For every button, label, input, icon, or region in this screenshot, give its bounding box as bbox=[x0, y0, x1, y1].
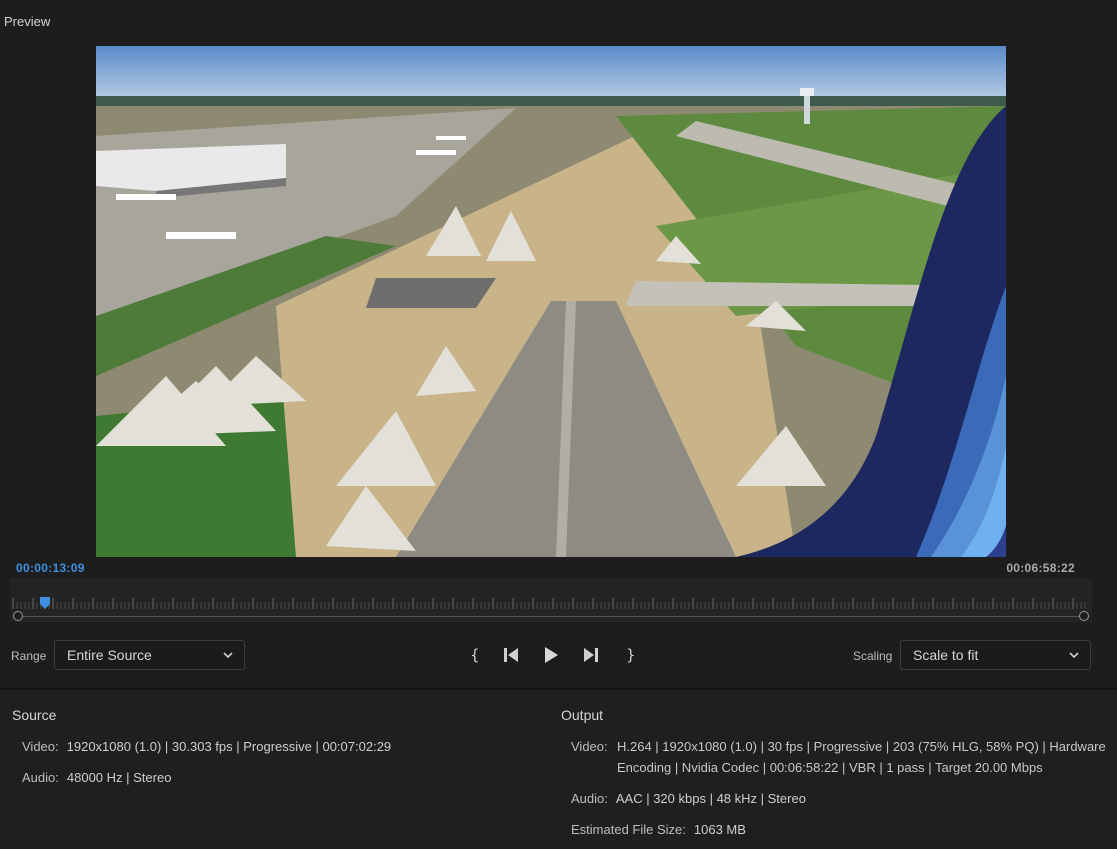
scaling-dropdown-value: Scale to fit bbox=[913, 647, 979, 663]
source-video-row: Video: 1920x1080 (1.0) | 30.303 fps | Pro… bbox=[22, 736, 391, 757]
playhead[interactable] bbox=[40, 597, 50, 609]
scaling-dropdown[interactable]: Scale to fit bbox=[900, 640, 1091, 670]
range-end-handle[interactable] bbox=[1079, 611, 1089, 621]
source-title: Source bbox=[12, 707, 57, 723]
range-bar bbox=[18, 616, 1084, 617]
svg-text:}: } bbox=[626, 646, 636, 664]
output-filesize-label: Estimated File Size: bbox=[571, 822, 686, 837]
output-filesize-row: Estimated File Size: 1063 MB bbox=[571, 819, 746, 840]
output-video-line2: Encoding | Nvidia Codec | 00:06:58:22 | … bbox=[617, 760, 1043, 775]
range-start-handle[interactable] bbox=[13, 611, 23, 621]
output-video-label: Video: bbox=[571, 739, 608, 754]
range-label: Range bbox=[11, 649, 47, 663]
output-audio-label: Audio: bbox=[571, 791, 608, 806]
chevron-down-icon bbox=[223, 652, 233, 659]
source-audio-label: Audio: bbox=[22, 770, 59, 785]
source-video-value: 1920x1080 (1.0) | 30.303 fps | Progressi… bbox=[66, 739, 392, 754]
scaling-label: Scaling bbox=[853, 649, 893, 663]
output-filesize-value: 1063 MB bbox=[693, 822, 746, 837]
output-video-label-row: Video: bbox=[571, 736, 616, 757]
step-forward-icon[interactable] bbox=[580, 644, 602, 666]
video-preview[interactable] bbox=[96, 46, 1006, 557]
source-video-label: Video: bbox=[22, 739, 59, 754]
timeline-ticks bbox=[12, 598, 1086, 609]
preview-panel: Preview 00:00:13:09 00:06:58:22 Range En… bbox=[0, 0, 1117, 688]
output-video-line1: H.264 | 1920x1080 (1.0) | 30 fps | Progr… bbox=[617, 739, 1106, 754]
current-timecode[interactable]: 00:00:13:09 bbox=[16, 561, 85, 575]
source-audio-row: Audio: 48000 Hz | Stereo bbox=[22, 767, 171, 788]
play-icon[interactable] bbox=[540, 644, 562, 666]
mark-in-icon[interactable]: { bbox=[462, 644, 484, 666]
output-audio-row: Audio: AAC | 320 kbps | 48 kHz | Stereo bbox=[571, 788, 806, 809]
output-title: Output bbox=[561, 707, 604, 723]
chevron-down-icon bbox=[1069, 652, 1079, 659]
step-back-icon[interactable] bbox=[500, 644, 522, 666]
mark-out-icon[interactable]: } bbox=[618, 644, 640, 666]
range-dropdown[interactable]: Entire Source bbox=[54, 640, 245, 670]
output-audio-value: AAC | 320 kbps | 48 kHz | Stereo bbox=[615, 791, 806, 806]
source-audio-value: 48000 Hz | Stereo bbox=[66, 770, 172, 785]
source-info: Source Video: 1920x1080 (1.0) | 30.303 fp… bbox=[0, 690, 560, 849]
svg-text:{: { bbox=[470, 646, 480, 664]
video-frame-image bbox=[96, 46, 1006, 557]
output-info: Output Video: H.264 | 1920x1080 (1.0) | … bbox=[560, 690, 1117, 849]
panel-title: Preview bbox=[4, 14, 51, 29]
total-duration: 00:06:58:22 bbox=[1006, 561, 1075, 575]
range-dropdown-value: Entire Source bbox=[67, 647, 152, 663]
